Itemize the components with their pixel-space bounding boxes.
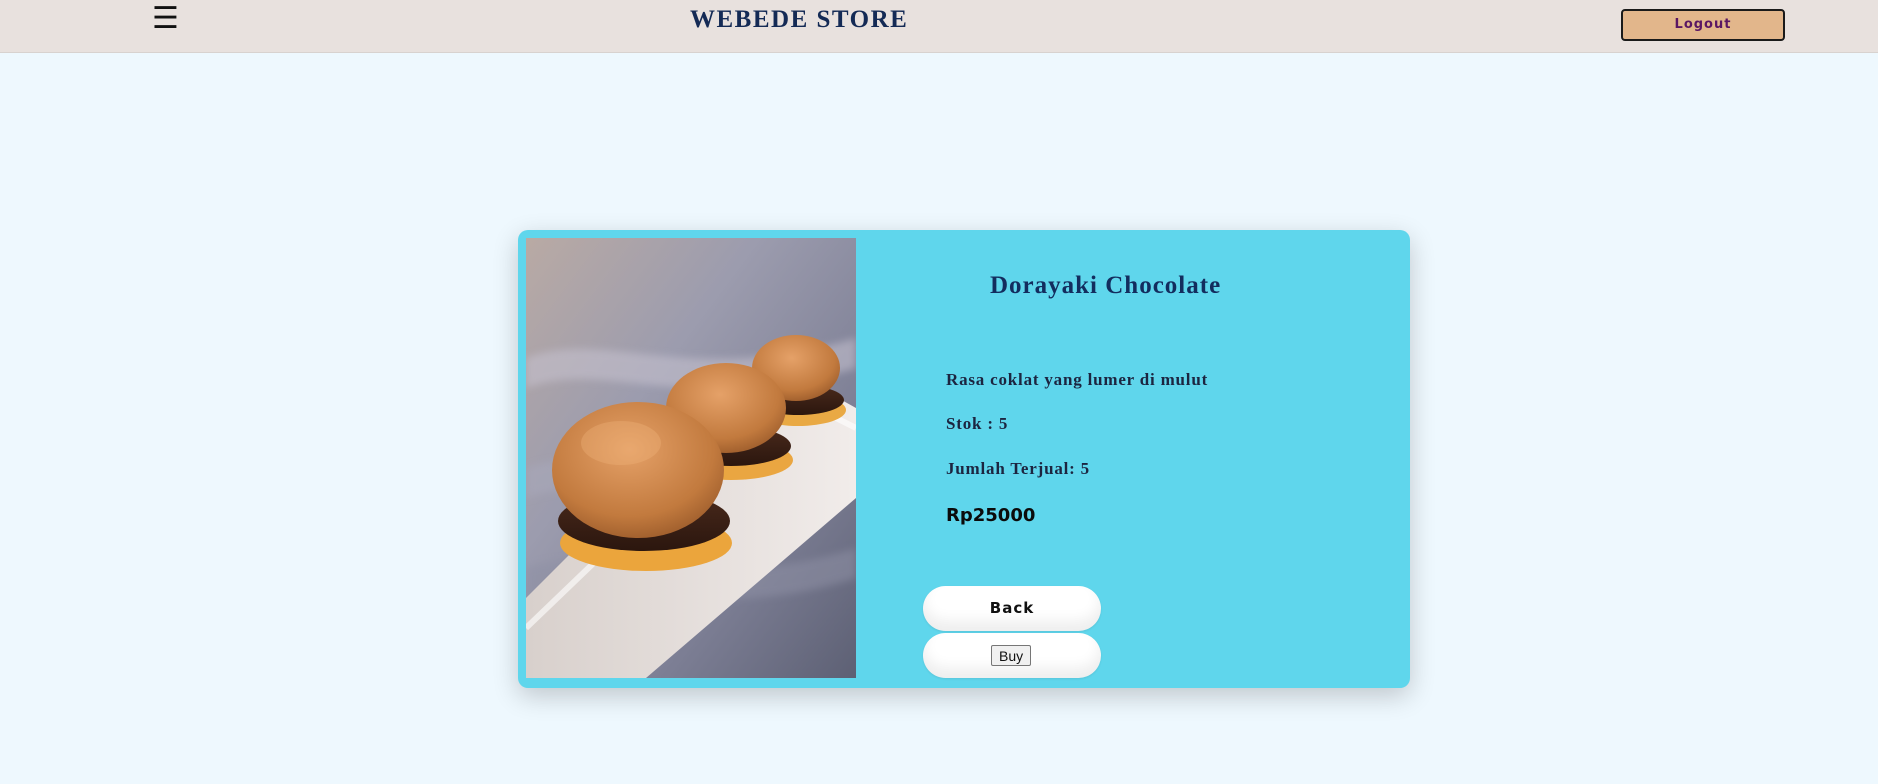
- buy-button[interactable]: Buy: [991, 645, 1032, 666]
- product-card: Dorayaki Chocolate Rasa coklat yang lume…: [518, 230, 1410, 688]
- buy-button-container: Buy: [923, 633, 1101, 678]
- product-sold-count: Jumlah Terjual: 5: [946, 459, 1090, 478]
- back-button[interactable]: Back: [923, 586, 1101, 631]
- hamburger-menu-icon[interactable]: ☰: [152, 2, 179, 36]
- product-price: Rp25000: [946, 505, 1036, 526]
- store-title: WEBEDE STORE: [690, 6, 909, 33]
- product-image: [526, 238, 856, 678]
- product-name: Dorayaki Chocolate: [990, 272, 1222, 299]
- logout-button[interactable]: Logout: [1621, 9, 1785, 41]
- product-stock: Stok : 5: [946, 414, 1009, 433]
- product-description: Rasa coklat yang lumer di mulut: [946, 370, 1209, 389]
- top-navbar: ☰ WEBEDE STORE Logout: [0, 0, 1878, 53]
